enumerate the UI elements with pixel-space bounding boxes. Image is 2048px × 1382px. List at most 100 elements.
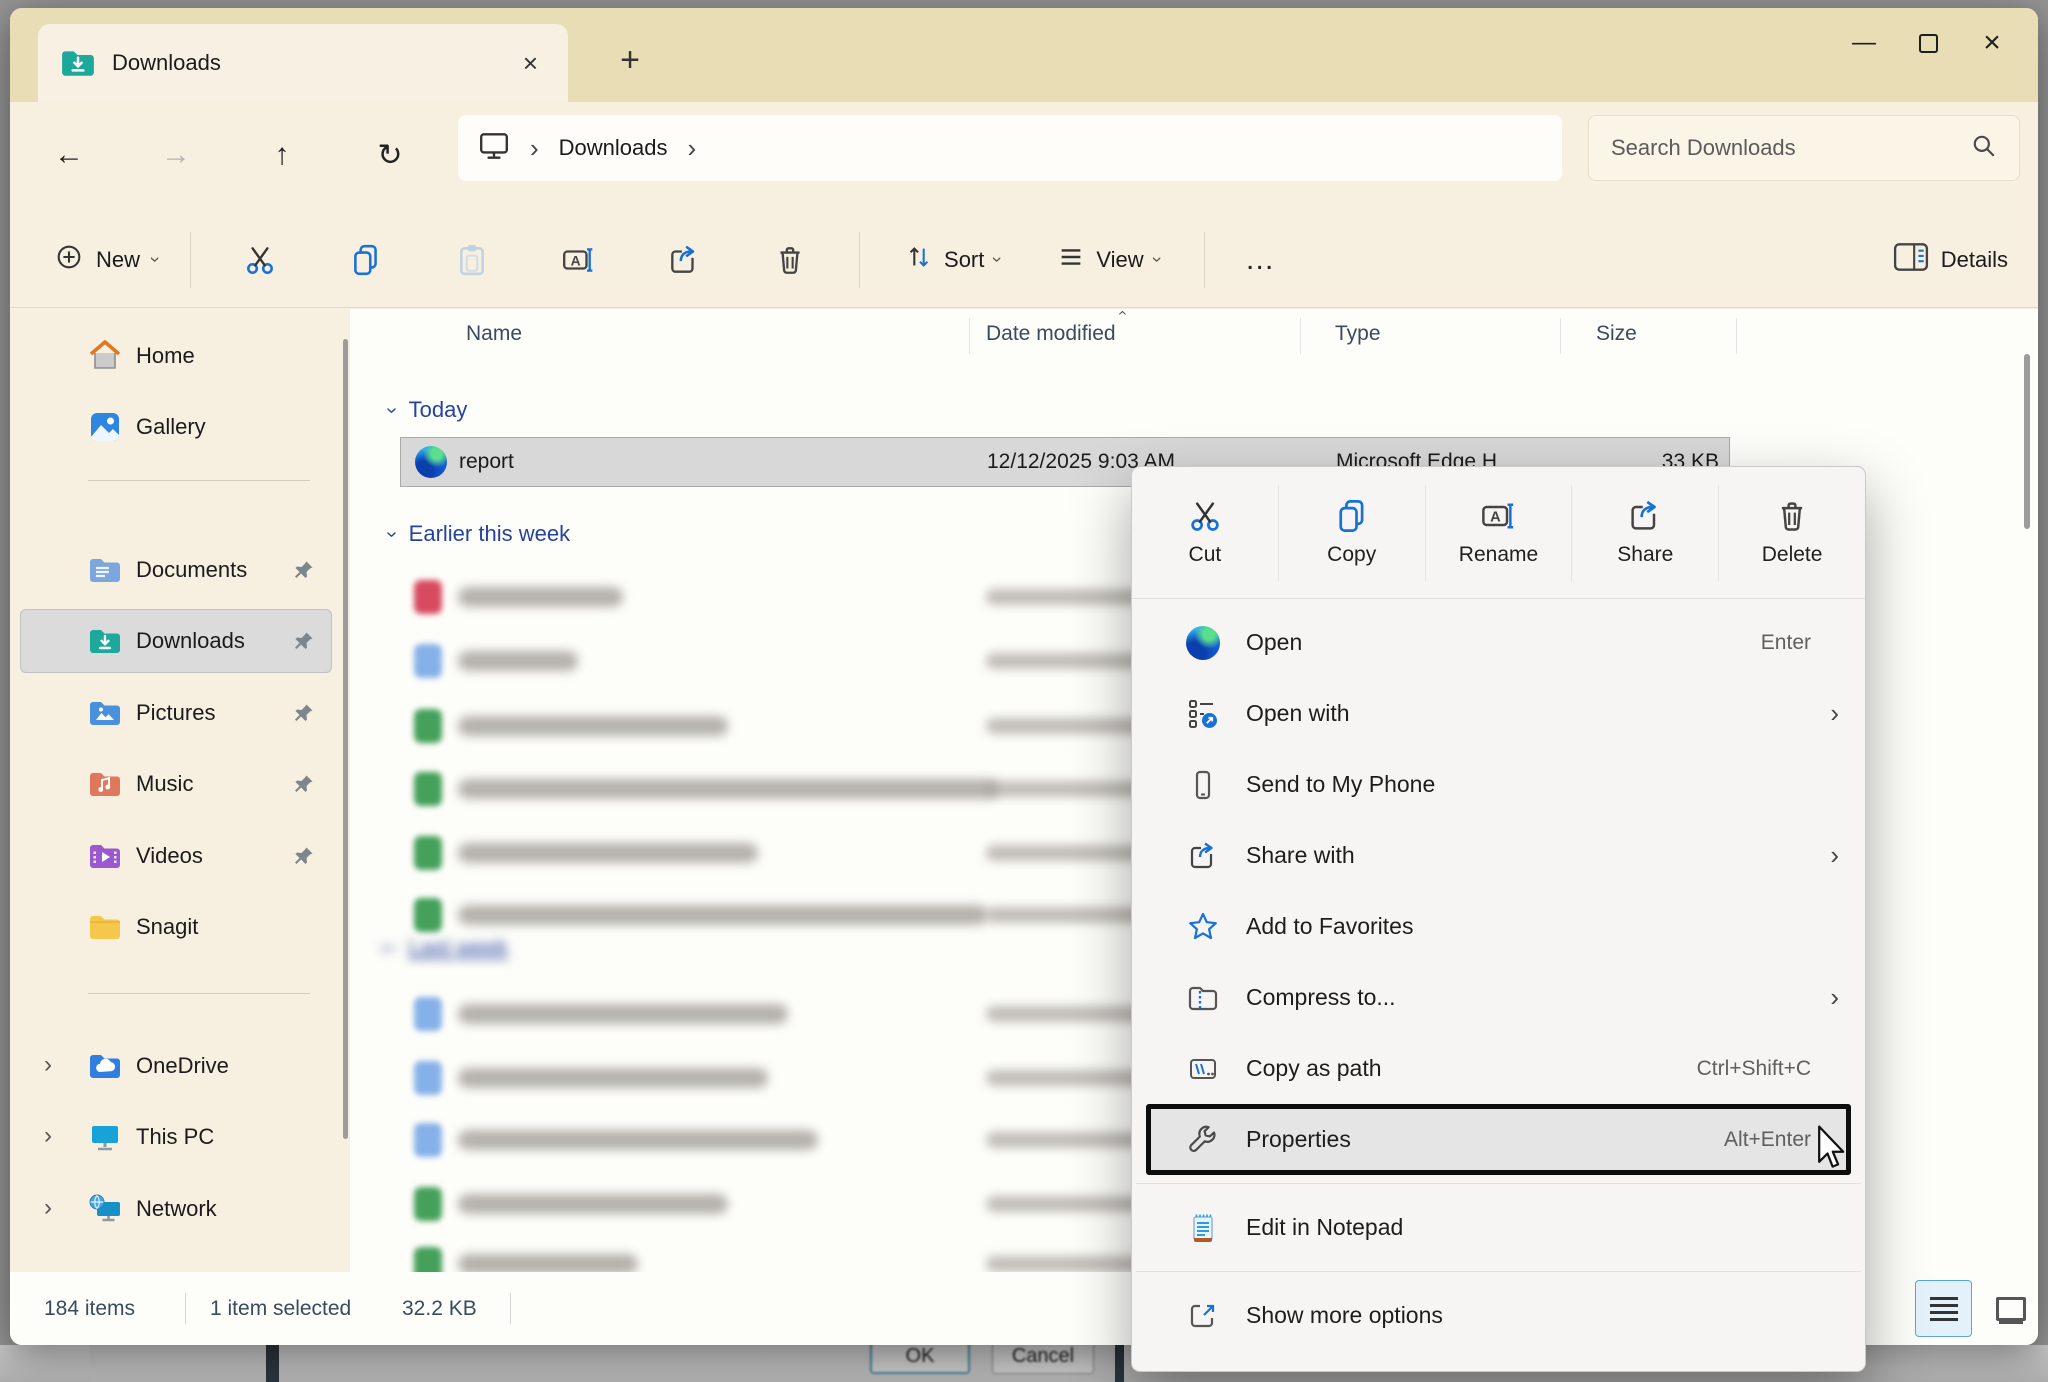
pin-icon — [294, 774, 314, 794]
refresh-button[interactable]: ↻ — [365, 130, 415, 180]
menu-item-edit-in-notepad[interactable]: Edit in Notepad — [1132, 1192, 1865, 1263]
spreadsheet-file-icon — [414, 898, 442, 932]
delete-button[interactable] — [752, 228, 828, 292]
sidebar-item-label: Videos — [136, 824, 203, 888]
search-placeholder: Search Downloads — [1611, 135, 1971, 161]
group-header-earlier-this-week[interactable]: › Earlier this week — [388, 521, 570, 547]
chevron-right-icon[interactable]: › — [44, 1122, 52, 1150]
sidebar-item-music[interactable]: Music — [10, 752, 342, 816]
chevron-right-icon[interactable]: › — [44, 1051, 52, 1079]
sidebar-item-this-pc[interactable]: › This PC — [10, 1105, 342, 1169]
breadcrumb[interactable]: › Downloads › — [458, 115, 1562, 181]
menu-item-show-more-options[interactable]: Show more options — [1132, 1280, 1865, 1351]
sidebar-item-gallery[interactable]: Gallery — [10, 395, 342, 459]
menu-item-label: Show more options — [1246, 1302, 1825, 1329]
menu-item-copy-as-path[interactable]: Copy as path Ctrl+Shift+C — [1132, 1033, 1865, 1104]
share-button[interactable]: Share — [1571, 485, 1718, 581]
sidebar-item-pictures[interactable]: Pictures — [10, 681, 342, 745]
copy-path-icon — [1186, 1052, 1220, 1086]
column-header-date-modified[interactable]: Date modified — [986, 308, 1116, 360]
videos-folder-icon — [88, 839, 122, 873]
context-menu-command-bar: Cut Copy A Rename Share Delete — [1132, 467, 1865, 599]
menu-item-compress-to[interactable]: Compress to... › — [1132, 962, 1865, 1033]
details-pane-button[interactable]: Details — [1893, 242, 2008, 277]
cut-label: Cut — [1189, 543, 1222, 567]
share-button[interactable] — [646, 228, 722, 292]
sidebar-item-label: Downloads — [136, 609, 245, 673]
tab-bar: Downloads × + — × — [10, 8, 2038, 102]
menu-item-label: Compress to... — [1246, 984, 1825, 1011]
menu-item-share-with[interactable]: Share with › — [1132, 820, 1865, 891]
chevron-right-icon[interactable]: › — [44, 1194, 52, 1222]
sort-button[interactable]: Sort › — [888, 232, 1016, 287]
pin-icon — [294, 560, 314, 580]
menu-item-add-to-favorites[interactable]: Add to Favorites — [1132, 891, 1865, 962]
network-icon — [88, 1192, 122, 1226]
copy-button[interactable] — [328, 228, 404, 292]
new-button[interactable]: New › — [38, 232, 174, 287]
icons-view-toggle[interactable] — [1988, 1286, 2034, 1332]
file-list-scrollbar[interactable] — [2024, 354, 2030, 529]
rename-label: Rename — [1459, 543, 1538, 567]
menu-item-send-to-my-phone[interactable]: Send to My Phone — [1132, 749, 1865, 820]
selection-count: 1 item selected — [210, 1272, 351, 1345]
minimize-button[interactable]: — — [1832, 16, 1896, 70]
search-input[interactable]: Search Downloads — [1588, 115, 2020, 181]
share-icon — [1186, 839, 1220, 873]
open-with-icon — [1186, 697, 1220, 731]
menu-item-open-with[interactable]: Open with › — [1132, 678, 1865, 749]
sidebar-item-onedrive[interactable]: › OneDrive — [10, 1034, 342, 1098]
star-icon — [1186, 910, 1220, 944]
up-button[interactable]: ↑ — [257, 130, 307, 180]
copy-button[interactable]: Copy — [1278, 485, 1425, 581]
back-button[interactable]: ← — [44, 130, 94, 180]
group-label: Last week — [409, 935, 508, 961]
delete-label: Delete — [1762, 543, 1823, 567]
sidebar-scrollbar[interactable] — [343, 339, 348, 1139]
cut-button[interactable]: Cut — [1132, 485, 1278, 581]
view-button[interactable]: View › — [1040, 232, 1175, 287]
column-separator[interactable] — [969, 318, 970, 354]
column-header-type[interactable]: Type — [1335, 308, 1381, 360]
sidebar-item-videos[interactable]: Videos — [10, 824, 342, 888]
sidebar-item-home[interactable]: Home — [10, 324, 342, 388]
group-header-today[interactable]: › Today — [388, 397, 467, 423]
sidebar-divider — [88, 993, 310, 994]
column-separator[interactable] — [1560, 318, 1561, 354]
wrench-icon — [1186, 1123, 1220, 1157]
column-header-size[interactable]: Size — [1596, 308, 1637, 360]
see-more-button[interactable]: … — [1221, 243, 1301, 277]
tab-downloads[interactable]: Downloads × — [38, 24, 568, 102]
close-button[interactable]: × — [1960, 16, 2024, 70]
command-toolbar: New › A — [10, 212, 2038, 308]
group-header-last-week[interactable]: › Last week — [388, 935, 508, 961]
tab-close-icon[interactable]: × — [515, 48, 546, 79]
column-separator[interactable] — [1300, 318, 1301, 354]
this-pc-icon — [478, 131, 510, 166]
menu-shortcut: Ctrl+Shift+C — [1697, 1057, 1811, 1081]
details-view-toggle[interactable] — [1915, 1280, 1972, 1337]
maximize-button[interactable] — [1896, 16, 1960, 70]
cut-button[interactable] — [222, 228, 298, 292]
home-icon — [88, 339, 122, 373]
background-window-edge — [266, 1345, 279, 1382]
svg-text:A: A — [1491, 510, 1502, 526]
column-header-name[interactable]: Name — [466, 308, 522, 360]
sidebar-item-network[interactable]: › Network — [10, 1177, 342, 1241]
breadcrumb-chevron-icon[interactable]: › — [688, 133, 697, 164]
forward-button[interactable]: → — [151, 130, 201, 180]
sidebar-item-downloads[interactable]: Downloads — [10, 609, 342, 673]
menu-item-label: Copy as path — [1246, 1055, 1697, 1082]
sidebar-item-snagit[interactable]: Snagit — [10, 895, 342, 959]
spreadsheet-file-icon — [414, 1247, 442, 1272]
menu-item-open[interactable]: Open Enter — [1132, 607, 1865, 678]
paste-button[interactable] — [434, 228, 510, 292]
sidebar-item-documents[interactable]: Documents — [10, 538, 342, 602]
delete-button[interactable]: Delete — [1718, 485, 1865, 581]
breadcrumb-item[interactable]: Downloads — [559, 135, 668, 161]
rename-button[interactable]: A — [540, 228, 616, 292]
menu-item-properties[interactable]: Properties Alt+Enter — [1146, 1104, 1851, 1175]
column-separator[interactable] — [1736, 318, 1737, 354]
rename-button[interactable]: A Rename — [1425, 485, 1572, 581]
new-tab-button[interactable]: + — [606, 36, 654, 84]
